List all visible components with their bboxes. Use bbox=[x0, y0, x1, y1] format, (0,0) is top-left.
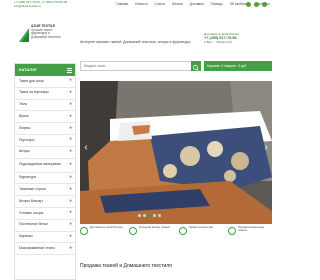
feature-item: Гарантия качества bbox=[178, 225, 223, 248]
catalog-item[interactable]: Готовые шторы + bbox=[15, 208, 75, 220]
catalog-item-label: Шторы блэкаут bbox=[19, 198, 43, 203]
catalog-item[interactable]: Тюль + bbox=[15, 100, 75, 112]
catalog-item[interactable]: Карнизы + bbox=[15, 232, 75, 244]
city-option-2[interactable]: Областной bbox=[216, 40, 231, 44]
chevron-right-icon[interactable]: › bbox=[262, 141, 270, 155]
bedding-photo bbox=[80, 81, 272, 224]
catalog-item-label: Фурнитура bbox=[19, 175, 36, 180]
catalog-title: КАТАЛОГ bbox=[19, 67, 38, 72]
plus-icon[interactable]: + bbox=[69, 175, 72, 180]
nav-help[interactable]: Помощь bbox=[211, 2, 223, 6]
logo-tagline: Лучшие ткани, фурнитура и Домашний текст… bbox=[31, 27, 61, 39]
chevron-left-icon[interactable]: ‹ bbox=[82, 141, 90, 155]
catalog-item-label: Тюль bbox=[19, 102, 28, 107]
nav-news[interactable]: Новости bbox=[135, 2, 147, 6]
catalog-item-label: Мазсированные стопы bbox=[19, 245, 55, 250]
feature-item: Доставка по всей России bbox=[80, 225, 124, 248]
catalog-item[interactable]: Тканевые стулья + bbox=[15, 184, 75, 197]
catalog-item[interactable]: Портьеры + bbox=[15, 135, 75, 147]
quality-icon bbox=[178, 227, 187, 235]
plus-icon[interactable]: + bbox=[69, 210, 72, 216]
search-icon bbox=[193, 65, 199, 71]
header-contacts: Доставка по всей России +7 (495) 517-79-… bbox=[204, 32, 272, 44]
city-option-1[interactable]: Все bbox=[207, 40, 212, 44]
slider-dots bbox=[138, 214, 161, 217]
catalog-sidebar: КАТАЛОГ Ткани для штор + Ткани на портьер… bbox=[14, 63, 76, 280]
city-options: ● Все ○ Областной bbox=[204, 40, 232, 44]
nav-payment[interactable]: Оплата bbox=[172, 2, 183, 6]
top-bar: +7 (495) 517-79-96, +7 (964) 755-50-99 i… bbox=[0, 0, 280, 9]
search-row: Корзина: 0 товаров - 0 руб bbox=[80, 61, 272, 72]
catalog-item-label: Ткани на портьеры bbox=[19, 90, 49, 95]
top-email[interactable]: info@tkani-textile.ru bbox=[14, 4, 67, 9]
top-contacts: +7 (495) 517-79-96, +7 (964) 755-50-99 i… bbox=[14, 0, 67, 9]
nav-home[interactable]: Главная bbox=[116, 2, 128, 6]
catalog-item[interactable]: Постельное белье + bbox=[15, 220, 75, 232]
social-icon-2[interactable] bbox=[254, 2, 259, 7]
slider-dot[interactable] bbox=[143, 214, 146, 217]
plus-icon[interactable]: + bbox=[69, 162, 72, 168]
plus-icon[interactable]: + bbox=[69, 234, 72, 239]
plus-icon[interactable]: + bbox=[69, 246, 72, 251]
plus-icon[interactable]: + bbox=[69, 126, 72, 131]
catalog-item-label: Портьеры bbox=[19, 137, 35, 142]
nav-articles[interactable]: Статьи bbox=[154, 2, 164, 6]
truck-icon bbox=[80, 227, 88, 235]
hero-slider[interactable]: ‹ › bbox=[80, 81, 272, 224]
catalog-item[interactable]: Подкладочные материалы + bbox=[15, 159, 75, 173]
nav-delivery[interactable]: Доставка bbox=[190, 2, 204, 6]
feature-item: Профессиональные советы bbox=[227, 225, 272, 248]
feature-item: Большой выбор тканей bbox=[129, 225, 173, 248]
plus-icon[interactable]: + bbox=[69, 90, 72, 96]
plus-icon[interactable]: + bbox=[69, 199, 72, 204]
catalog-item[interactable]: Ткани на портьеры + bbox=[15, 88, 75, 100]
catalog-item-label: Постельное белье bbox=[19, 222, 48, 227]
catalog-item-label: Подкладочные материалы bbox=[19, 162, 61, 167]
catalog-item[interactable]: Ткани для штор + bbox=[15, 76, 75, 88]
catalog-item[interactable]: Шторы + bbox=[15, 147, 75, 159]
catalog-item-label: Готовые шторы bbox=[19, 210, 44, 215]
section-title: Продажа тканей и Домашнего текстиля bbox=[80, 263, 172, 269]
plus-icon[interactable]: + bbox=[69, 102, 72, 107]
slider-dot[interactable] bbox=[153, 214, 156, 217]
catalog-header[interactable]: КАТАЛОГ bbox=[15, 64, 75, 76]
plus-icon[interactable]: + bbox=[69, 78, 72, 84]
logo-icon[interactable] bbox=[19, 28, 29, 42]
search-button[interactable] bbox=[191, 61, 201, 71]
feature-text: Доставка по всей России bbox=[90, 225, 123, 229]
social-icon-3[interactable] bbox=[262, 2, 267, 7]
feature-text: Профессиональные советы bbox=[237, 225, 265, 233]
catalog-item[interactable]: Фурнитура + bbox=[15, 173, 75, 185]
catalog-item[interactable]: Вуаль + bbox=[15, 111, 75, 124]
catalog-item-label: Карнизы bbox=[19, 234, 33, 239]
slider-dot-active[interactable] bbox=[148, 214, 151, 217]
social-icons bbox=[246, 2, 267, 7]
catalog-item[interactable]: Шторы блэкаут + bbox=[15, 196, 75, 208]
plus-icon[interactable]: + bbox=[69, 149, 72, 155]
slider-dot[interactable] bbox=[138, 214, 141, 217]
plus-icon[interactable]: + bbox=[69, 114, 72, 119]
feature-text: Большой выбор тканей bbox=[139, 225, 170, 229]
cart-button[interactable]: Корзина: 0 товаров - 0 руб bbox=[204, 61, 272, 71]
advice-icon bbox=[227, 227, 236, 235]
header-description: Интернет магазин тканей, Домашний тексти… bbox=[80, 40, 191, 44]
catalog-item[interactable]: Люрекс + bbox=[15, 123, 75, 135]
fabric-icon bbox=[129, 227, 138, 235]
feature-text: Гарантия качества bbox=[188, 225, 213, 229]
social-icon-1[interactable] bbox=[246, 2, 251, 7]
plus-icon[interactable]: + bbox=[69, 222, 72, 228]
catalog-item-label: Тканевые стулья bbox=[19, 186, 46, 191]
catalog-item[interactable]: Мазсированные стопы + bbox=[15, 243, 75, 256]
features-row: Доставка по всей России Большой выбор тк… bbox=[80, 225, 272, 248]
menu-icon[interactable] bbox=[67, 68, 72, 73]
slider-dot[interactable] bbox=[158, 214, 161, 217]
search-input[interactable] bbox=[80, 61, 192, 71]
catalog-item-label: Ткани для штор bbox=[19, 78, 44, 83]
logo-text: AZUR TEXTILE Лучшие ткани, фурнитура и Д… bbox=[31, 24, 65, 39]
plus-icon[interactable]: + bbox=[69, 187, 72, 192]
catalog-item-label: Вуаль bbox=[19, 113, 29, 118]
plus-icon[interactable]: + bbox=[69, 137, 72, 143]
catalog-item-label: Люрекс bbox=[19, 125, 31, 130]
catalog-item-label: Шторы bbox=[19, 149, 30, 154]
